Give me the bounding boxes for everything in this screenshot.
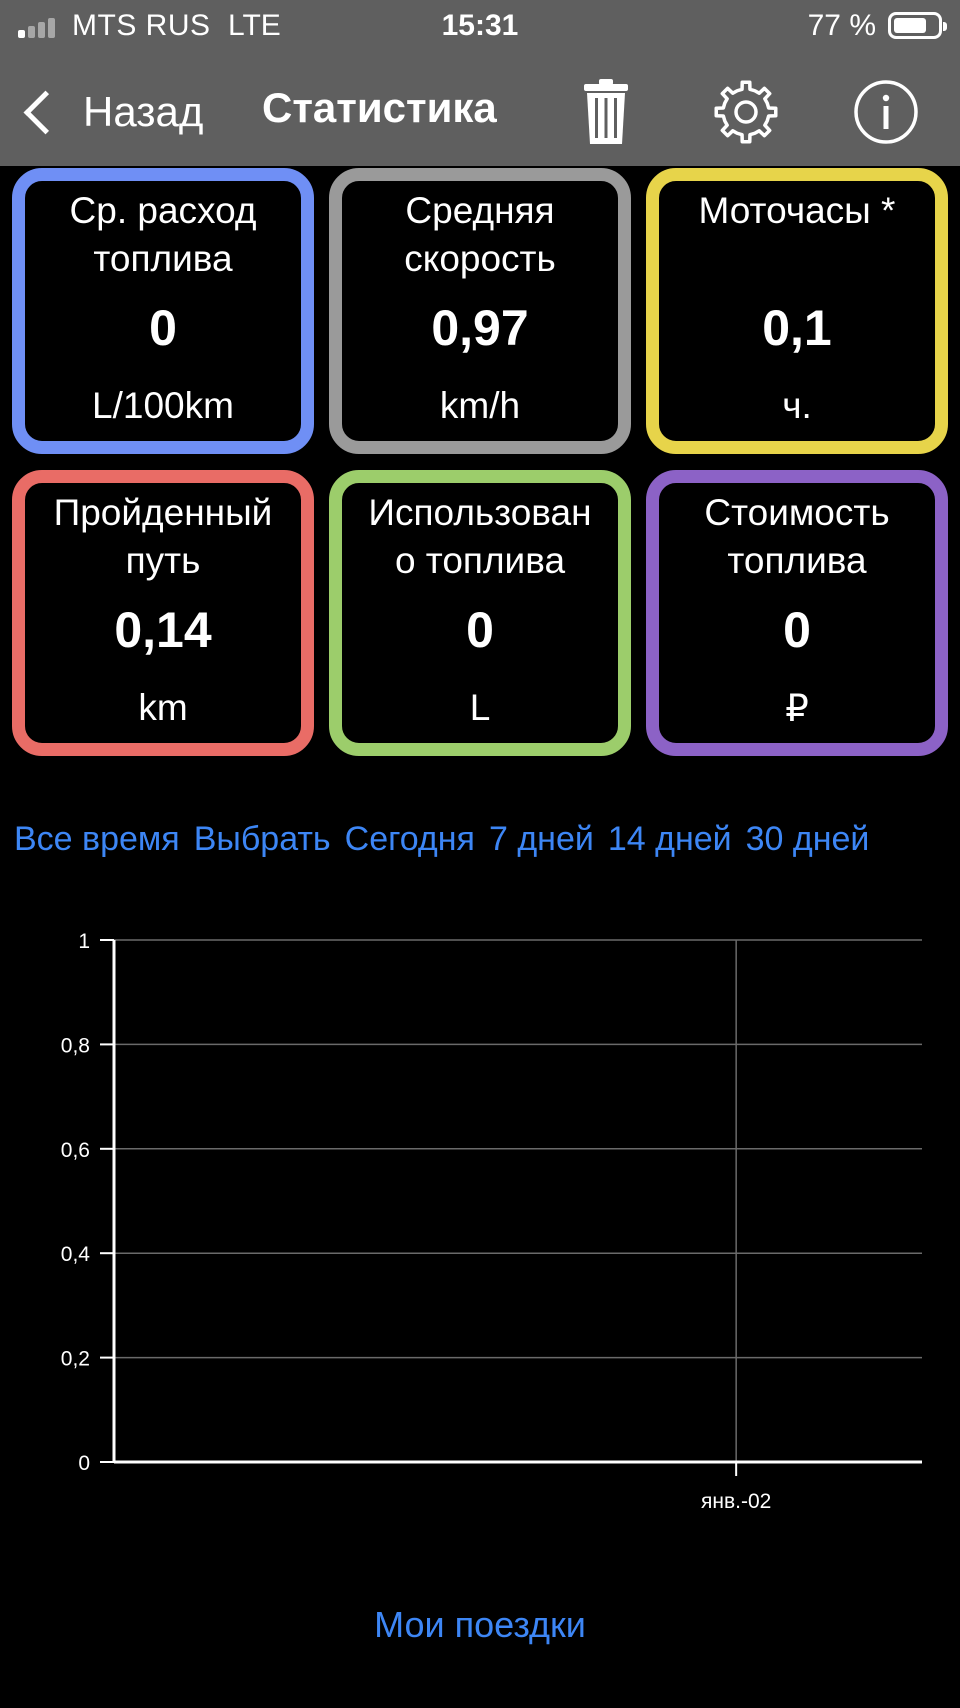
- battery-icon: [888, 12, 947, 39]
- tile-title: Ср. расход топлива: [69, 190, 257, 279]
- tile-value: 0,14: [114, 602, 212, 658]
- tile-engine-hours: Моточасы * 0,1 ч.: [646, 168, 948, 454]
- tile-unit: km/h: [439, 385, 521, 426]
- period-14-days[interactable]: 14 дней: [608, 820, 732, 859]
- period-30-days[interactable]: 30 дней: [746, 820, 870, 859]
- trash-button[interactable]: [566, 72, 646, 152]
- period-today[interactable]: Сегодня: [345, 820, 475, 859]
- my-trips-link[interactable]: Мои поездки: [0, 1604, 960, 1646]
- tile-unit: L/100km: [92, 385, 234, 426]
- tile-value: 0: [466, 602, 494, 658]
- settings-button[interactable]: [706, 72, 786, 152]
- chart-y-tick-label: 0,2: [61, 1348, 90, 1371]
- period-selector: Все время Выбрать Сегодня 7 дней 14 дней 30 д…: [14, 820, 948, 870]
- tile-title: Пройденный путь: [53, 492, 273, 581]
- tile-value: 0: [783, 602, 811, 658]
- battery-percent: 77 %: [807, 9, 876, 42]
- chart-y-tick-label: 1: [78, 930, 90, 953]
- tile-fuel-used: Использован о топлива 0 L: [329, 470, 631, 756]
- page-title: Статистика: [262, 84, 497, 131]
- tile-title: Моточасы *: [698, 190, 896, 231]
- tile-avg-fuel-consumption: Ср. расход топлива 0 L/100km: [12, 168, 314, 454]
- period-all-time[interactable]: Все время: [14, 820, 180, 859]
- info-icon: [854, 80, 918, 144]
- chart-x-tick-label: янв.-02: [701, 1490, 771, 1513]
- chart-y-tick-label: 0,8: [61, 1034, 90, 1057]
- period-7-days[interactable]: 7 дней: [489, 820, 594, 859]
- back-button[interactable]: Назад: [22, 84, 203, 140]
- tile-title: Средняя скорость: [404, 190, 556, 279]
- info-button[interactable]: [846, 72, 926, 152]
- period-choose[interactable]: Выбрать: [194, 820, 331, 859]
- chart-y-tick-label: 0,6: [61, 1139, 90, 1162]
- tile-distance: Пройденный путь 0,14 km: [12, 470, 314, 756]
- tile-title: Стоимость топлива: [704, 492, 890, 581]
- tile-fuel-cost: Стоимость топлива 0 ₽: [646, 470, 948, 756]
- trash-icon: [584, 79, 628, 144]
- tile-unit: km: [138, 687, 188, 728]
- tile-unit: ч.: [782, 385, 812, 426]
- status-bar: MTS RUS LTE 15:31 77 %: [0, 0, 960, 54]
- navigation-bar: Назад Статистика: [0, 54, 960, 166]
- stats-chart: 0 0,2 0,4 0,6 0,8 1 янв.-02: [61, 930, 922, 1513]
- tile-unit: ₽: [785, 688, 809, 729]
- tile-avg-speed: Средняя скорость 0,97 km/h: [329, 168, 631, 454]
- tile-value: 0,1: [762, 300, 832, 356]
- chart-y-tick-label: 0,4: [61, 1243, 91, 1266]
- back-label: Назад: [83, 88, 204, 135]
- chevron-left-icon: [23, 90, 68, 134]
- gear-icon: [714, 80, 778, 144]
- tile-unit: L: [469, 687, 491, 728]
- tile-value: 0,97: [431, 300, 529, 356]
- chart-y-tick-label: 0: [78, 1452, 90, 1475]
- tile-title: Использован о топлива: [368, 492, 592, 581]
- tile-value: 0: [149, 300, 177, 356]
